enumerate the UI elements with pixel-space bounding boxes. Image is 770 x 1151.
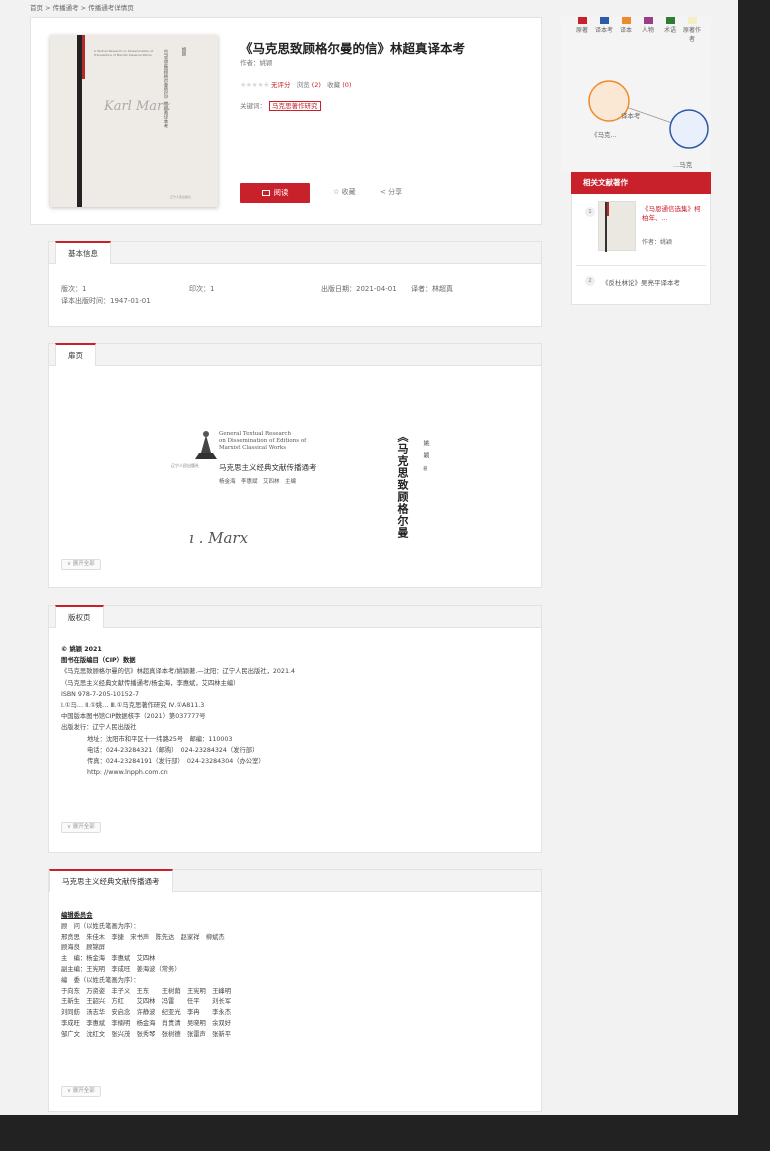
related-book-author-1: 作者：姚颖 (642, 239, 673, 246)
screen-frame-bottom (0, 1115, 770, 1151)
translator-field: 译者：林超真 (411, 285, 453, 293)
edition-field: 版次：1 (61, 285, 87, 293)
related-book-title-2[interactable]: 《反杜林论》吴亮平译本考 (602, 277, 680, 287)
basic-info-panel: 基本信息 版次：1 印次：1 出版日期：2021-04-01 译者：林超真 译本… (48, 241, 542, 327)
tab-title-page[interactable]: 扉页 (55, 343, 96, 366)
pubdate-field: 出版日期：2021-04-01 (321, 285, 397, 293)
favorites-count: (0) (342, 81, 352, 89)
graph-node-label-right: ...马克 (673, 161, 693, 169)
related-divider (576, 265, 706, 266)
related-book-thumbnail[interactable] (598, 201, 636, 252)
cover-redmark (82, 35, 85, 79)
cover-text: A Textual Research on Dissemination of T… (94, 49, 154, 57)
committee-text: 编辑委员会 顾 问（以姓氏笔画为序）： 邢贲思 朱佳木 李捷 宋书声 陈先达 赵… (61, 912, 232, 1038)
publisher-logo-icon (195, 431, 217, 459)
tab-basic-info[interactable]: 基本信息 (55, 241, 111, 264)
breadcrumb: 首页 > 传播通考 > 传播通考详情页 (30, 4, 134, 12)
expand-all-button[interactable]: ∨ 展开全部 (61, 559, 101, 570)
graph-node-label-left: 《马克... (591, 131, 617, 139)
title-page-english: General Textual Research on Disseminatio… (219, 431, 307, 451)
views-label: 浏览 (296, 81, 310, 89)
title-page-panel: 扉页 辽宁人民出版社 General Textual Research on D… (48, 343, 542, 588)
related-works-title: 相关文献著作 (571, 172, 711, 194)
tab-copyright[interactable]: 版权页 (55, 605, 104, 628)
related-rank-2: 2 (585, 276, 595, 286)
breadcrumb-current: 传播通考详情页 (88, 4, 134, 12)
knowledge-graph[interactable] (561, 17, 711, 172)
related-rank-1: 1 (585, 207, 595, 217)
book-icon (261, 190, 270, 196)
basic-info-tabbar: 基本信息 (49, 241, 541, 264)
read-button[interactable]: 阅读 (240, 183, 310, 203)
title-page-tabbar: 扉页 (49, 343, 541, 366)
graph-edge-label: 译本考 (621, 112, 641, 120)
collect-button[interactable]: ☆ 收藏 (333, 187, 356, 197)
title-page-vertical-title: 《马克思致顾格尔曼 (396, 431, 409, 539)
expand-all-button[interactable]: ∨ 展开全部 (61, 822, 101, 833)
share-button[interactable]: < 分享 (380, 187, 402, 197)
keyword-tag[interactable]: 马克思著作研究 (269, 101, 321, 111)
title-page-author-role: 著 (423, 467, 428, 472)
translation-date-field: 译本出版时间：1947-01-01 (61, 297, 151, 305)
favorites-label: 收藏 (327, 81, 341, 89)
author-line: 作者：姚颖 (240, 59, 273, 67)
title-page-author: 姚颖 (422, 440, 429, 464)
breadcrumb-section[interactable]: 传播通考 (53, 4, 79, 12)
breadcrumb-home[interactable]: 首页 (30, 4, 43, 12)
committee-panel: 马克思主义经典文献传播通考 编辑委员会 顾 问（以姓氏笔画为序）： 邢贲思 朱佳… (48, 869, 542, 1112)
graph-node-translation-study[interactable] (669, 109, 709, 149)
screen-frame-right (738, 0, 770, 1151)
title-page-publisher: 辽宁人民出版社 (171, 463, 199, 468)
cover-vertical-author: 姚颖 (181, 47, 186, 56)
book-title: 《马克思致顾格尔曼的信》林超真译本考 (240, 41, 466, 56)
knowledge-graph-panel: 原著 译本考 译本 人物 术语 原著作者 译本考 《马克... ...马克 (561, 17, 711, 172)
title-page-series: 马克思主义经典文献传播通考 (219, 463, 317, 472)
stats-line: ★★★★★ 无评分 浏览 (2) 收藏 (0) (240, 79, 351, 89)
rating-stars[interactable]: ★★★★★ (240, 81, 269, 89)
title-page-editors: 杨金海 李惠斌 艾四林 主编 (219, 479, 297, 485)
cover-signature: Karl Marx (104, 99, 171, 114)
copyright-panel: 版权页 © 姚颖 2021 图书在版编目（CIP）数据 《马克思致顾格尔曼的信》… (48, 605, 542, 853)
keywords-line: 关键词： 马克思著作研究 (240, 100, 321, 111)
expand-all-button[interactable]: ∨ 展开全部 (61, 1086, 101, 1097)
book-cover[interactable]: A Textual Research on Dissemination of T… (50, 35, 218, 207)
author-name[interactable]: 姚颖 (260, 59, 273, 67)
printing-field: 印次：1 (189, 285, 215, 293)
views-count: (2) (311, 81, 321, 89)
rating-text: 无评分 (270, 81, 291, 89)
related-book-title-1[interactable]: 《马恩通信选集》柯柏年、... (642, 205, 706, 223)
cover-vertical-title: 《马克思致顾格尔曼的信》林超真译本考 (163, 47, 168, 128)
copyright-text: © 姚颖 2021 图书在版编目（CIP）数据 《马克思致顾格尔曼的信》林超真译… (61, 646, 295, 777)
committee-tabbar: 马克思主义经典文献传播通考 (49, 869, 541, 892)
cover-publisher: 辽宁人民出版社 (170, 195, 192, 199)
copyright-tabbar: 版权页 (49, 605, 541, 628)
tab-committee[interactable]: 马克思主义经典文献传播通考 (49, 869, 173, 892)
title-page-signature: ı . Marx (189, 529, 249, 547)
